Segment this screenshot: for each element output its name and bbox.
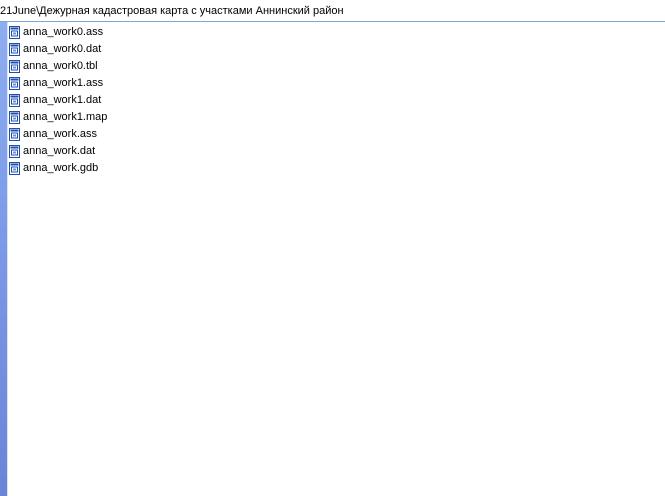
file-item[interactable]: anna_work.ass [9, 126, 309, 143]
generic-file-icon [9, 60, 20, 73]
file-name: anna_work.gdb [23, 162, 99, 174]
file-list: anna_work0.ass anna_work0.dat anna_work0… [9, 24, 309, 177]
file-item[interactable]: anna_work0.ass [9, 24, 309, 41]
generic-file-icon [9, 111, 20, 124]
file-name: anna_work1.ass [23, 77, 104, 89]
generic-file-icon [9, 26, 20, 39]
address-path[interactable]: 21June\Дежурная кадастровая карта с учас… [0, 5, 344, 18]
file-item[interactable]: anna_work1.ass [9, 75, 309, 92]
generic-file-icon [9, 128, 20, 141]
file-item[interactable]: anna_work0.tbl [9, 58, 309, 75]
generic-file-icon [9, 43, 20, 56]
left-task-pane [0, 22, 7, 496]
file-item[interactable]: anna_work1.map [9, 109, 309, 126]
file-name: anna_work.ass [23, 128, 97, 140]
file-name: anna_work1.dat [23, 94, 102, 106]
file-name: anna_work0.dat [23, 43, 102, 55]
left-pane-divider [7, 22, 8, 496]
explorer-window: 21June\Дежурная кадастровая карта с учас… [0, 0, 665, 496]
file-item[interactable]: anna_work1.dat [9, 92, 309, 109]
file-name: anna_work1.map [23, 111, 108, 123]
file-item[interactable]: anna_work.gdb [9, 160, 309, 177]
file-item[interactable]: anna_work0.dat [9, 41, 309, 58]
file-name: anna_work0.ass [23, 26, 104, 38]
file-name: anna_work.dat [23, 145, 96, 157]
address-bar[interactable]: 21June\Дежурная кадастровая карта с учас… [0, 0, 665, 22]
generic-file-icon [9, 162, 20, 175]
file-item[interactable]: anna_work.dat [9, 143, 309, 160]
generic-file-icon [9, 77, 20, 90]
file-name: anna_work0.tbl [23, 60, 98, 72]
generic-file-icon [9, 145, 20, 158]
generic-file-icon [9, 94, 20, 107]
